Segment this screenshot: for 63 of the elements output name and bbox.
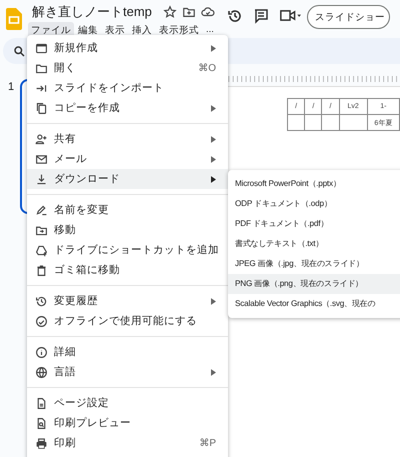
history-icon xyxy=(35,294,48,308)
menu-item[interactable]: JPEG 画像（.jpg、現在のスライド） xyxy=(228,254,400,274)
info-icon xyxy=(35,346,48,358)
globe-icon xyxy=(35,366,48,378)
search-icon[interactable] xyxy=(13,44,26,58)
star-icon[interactable] xyxy=(162,5,177,19)
menu-item[interactable]: ODP ドキュメント（.odp） xyxy=(228,194,400,214)
slideshow-button[interactable]: スライドショー xyxy=(306,5,390,29)
menu-item[interactable]: 言語 xyxy=(27,362,228,382)
download-icon xyxy=(35,172,48,186)
menu-item[interactable]: オフラインで使用可能にする xyxy=(27,311,228,331)
menu-item[interactable]: ダウンロード xyxy=(27,169,228,189)
menu-item[interactable]: 書式なしテキスト（.txt） xyxy=(228,234,400,254)
menu-item[interactable]: ドライブにショートカットを追加 xyxy=(27,240,228,260)
menu-item[interactable]: 共有 xyxy=(27,129,228,149)
menu-item[interactable]: メール xyxy=(27,149,228,169)
menu-bar-item[interactable]: 編集 xyxy=(75,22,101,39)
slides-icon xyxy=(35,42,48,54)
menu-item[interactable]: ページ設定 xyxy=(27,393,228,413)
menu-item[interactable]: Microsoft PowerPoint（.pptx） xyxy=(228,174,400,194)
menu-bar-item[interactable]: 表示形式 xyxy=(156,22,202,39)
copy-icon xyxy=(35,102,48,114)
menu-item[interactable]: Scalable Vector Graphics（.svg、現在の xyxy=(228,294,400,314)
menu-item[interactable]: 印刷プレビュー xyxy=(27,413,228,433)
menu-bar-item[interactable]: ... xyxy=(203,22,217,39)
add-person-icon xyxy=(35,132,48,146)
menu-item[interactable]: 新規作成 xyxy=(27,38,228,58)
menu-item[interactable]: ゴミ箱に移動 xyxy=(27,260,228,280)
table-cell xyxy=(288,114,305,130)
menu-item[interactable]: スライドをインポート xyxy=(27,78,228,98)
table-cell xyxy=(304,114,322,130)
menu-item[interactable]: 印刷 ⌘P xyxy=(27,433,228,453)
menu-item[interactable]: PNG 画像（.png、現在のスライド） xyxy=(228,274,400,294)
folder-move-icon xyxy=(35,224,48,236)
table-cell xyxy=(339,114,368,130)
drive-add-icon xyxy=(35,244,48,256)
menu-item[interactable]: 開く ⌘O xyxy=(27,58,228,78)
menu-item[interactable]: コピーを作成 xyxy=(27,98,228,118)
folder-icon xyxy=(35,62,48,74)
shortcut-label: ⌘P xyxy=(199,438,216,448)
menu-item[interactable]: 詳細 xyxy=(27,342,228,362)
trash-icon xyxy=(35,264,48,276)
document-title[interactable]: 解き直しノートtemp xyxy=(32,3,152,21)
history-icon[interactable] xyxy=(226,8,243,24)
document-icon xyxy=(35,396,48,410)
menu-item[interactable]: 名前を変更 xyxy=(27,200,228,220)
menu-item[interactable]: 移動 xyxy=(27,220,228,240)
menu-bar-item[interactable]: 挿入 xyxy=(129,22,155,39)
shortcut-label: ⌘O xyxy=(198,62,216,74)
offline-icon xyxy=(35,314,48,328)
menu-bar-item[interactable]: 表示 xyxy=(102,22,128,39)
video-camera-icon[interactable] xyxy=(278,8,301,23)
printer-icon xyxy=(35,436,48,450)
menu-item[interactable]: 変更履歴 xyxy=(27,291,228,311)
folder-icon[interactable] xyxy=(182,5,196,19)
mail-icon xyxy=(35,152,48,166)
menu-item[interactable]: PDF ドキュメント（.pdf） xyxy=(228,214,400,234)
pencil-icon xyxy=(35,204,48,216)
table-cell xyxy=(322,114,340,130)
slide-number: 1 xyxy=(8,81,14,93)
comment-icon[interactable] xyxy=(252,8,269,24)
preview-icon xyxy=(35,416,48,430)
cloud-icon[interactable] xyxy=(200,5,215,19)
